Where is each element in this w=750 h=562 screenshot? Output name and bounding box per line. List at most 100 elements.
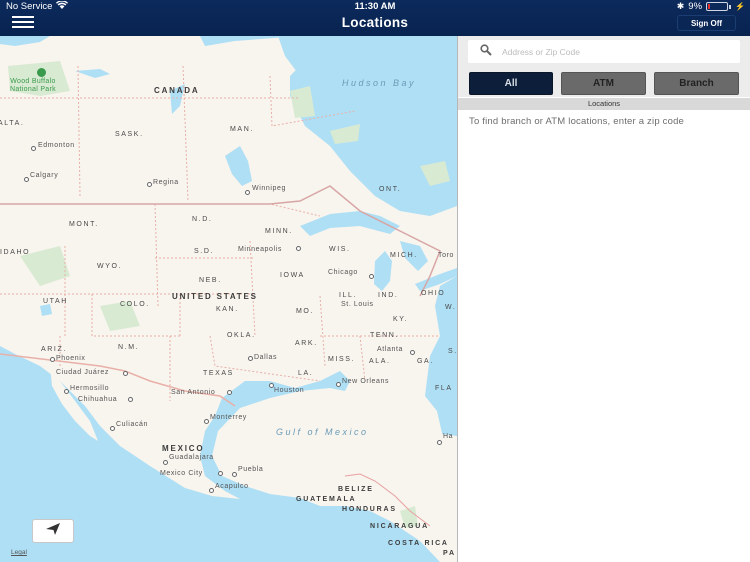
city-calgary: Calgary xyxy=(30,172,59,179)
map-label-mich: MICH. xyxy=(390,252,418,259)
map-label-la: LA. xyxy=(298,370,314,377)
map-label-tenn: TENN. xyxy=(370,332,399,339)
city-ciudad-juarez: Ciudad Juárez xyxy=(56,369,109,376)
map-label-idaho: IDAHO xyxy=(0,249,31,256)
city-acapulco: Acapulco xyxy=(215,483,249,490)
status-bar-right: ✱ 9% ⚡ xyxy=(677,1,745,12)
map-label-iowa: IOWA xyxy=(280,272,305,279)
charging-icon: ⚡ xyxy=(735,2,745,11)
address-zip-input[interactable] xyxy=(502,46,722,57)
map-label-united-states: UNITED STATES xyxy=(172,292,258,301)
city-dot-calgary xyxy=(24,177,29,182)
city-houston: Houston xyxy=(274,387,305,394)
city-dot-chihuahua xyxy=(128,397,133,402)
app-root: No Service 11:30 AM ✱ 9% ⚡ Locations Sig… xyxy=(0,0,750,562)
city-guadalajara: Guadalajara xyxy=(169,454,214,461)
map-label-sc: S. xyxy=(448,348,457,355)
battery-icon xyxy=(706,2,729,11)
map-label-mo: MO. xyxy=(296,308,315,315)
city-dot-san-antonio xyxy=(227,390,232,395)
city-st-louis: St. Louis xyxy=(341,301,374,308)
city-edmonton: Edmonton xyxy=(38,142,75,149)
city-dot-monterrey xyxy=(204,419,209,424)
bluetooth-icon: ✱ xyxy=(676,1,685,11)
current-location-button[interactable] xyxy=(32,519,74,543)
map-label-alta: ALTA. xyxy=(0,120,25,127)
city-puebla: Puebla xyxy=(238,466,264,473)
battery-level-fill xyxy=(708,4,711,9)
map-label-wood-buffalo: Wood Buffalo National Park xyxy=(10,78,56,93)
filter-atm-button[interactable]: ATM xyxy=(561,72,646,95)
search-field[interactable] xyxy=(468,40,740,63)
map-label-colo: COLO. xyxy=(120,301,150,308)
locations-hint-text: To find branch or ATM locations, enter a… xyxy=(469,116,685,127)
map-label-costa-rica: COSTA RICA xyxy=(388,540,449,547)
legal-link[interactable]: Legal xyxy=(11,549,27,556)
map-label-texas: TEXAS xyxy=(203,370,234,377)
city-winnipeg: Winnipeg xyxy=(252,185,286,192)
city-dot-new-orleans xyxy=(336,382,341,387)
city-dot-culiacan xyxy=(110,426,115,431)
status-time: 11:30 AM xyxy=(354,1,396,12)
map-label-wv: W. xyxy=(445,304,457,311)
map-label-ind: IND. xyxy=(378,292,399,299)
map-label-miss: MISS. xyxy=(328,356,356,363)
map-label-ill: ILL. xyxy=(339,292,358,299)
city-minneapolis: Minneapolis xyxy=(238,246,282,253)
map-label-sask: SASK. xyxy=(115,131,144,138)
map-label-panama: PA xyxy=(443,550,456,557)
city-dot-edmonton xyxy=(31,146,36,151)
park-pin-icon xyxy=(37,68,46,77)
locations-section-header: Locations xyxy=(458,98,750,110)
map-label-belize: BELIZE xyxy=(338,486,374,493)
map-label-wis: WIS. xyxy=(329,246,351,253)
city-atlanta: Atlanta xyxy=(377,346,403,353)
battery-tip xyxy=(729,4,732,9)
map-label-gulf-of-mexico: Gulf of Mexico xyxy=(276,427,369,437)
page-title: Locations xyxy=(341,15,409,30)
city-chihuahua: Chihuahua xyxy=(78,396,118,403)
city-dot-phoenix xyxy=(50,357,55,362)
city-san-antonio: San Antonio xyxy=(171,389,216,396)
city-dot-havana xyxy=(437,440,442,445)
search-bar-container xyxy=(458,36,750,67)
map-label-ky: KY. xyxy=(393,316,409,323)
great-salt-lake xyxy=(40,304,52,316)
map-label-ont: ONT. xyxy=(379,186,402,193)
map-label-neb: NEB. xyxy=(199,277,222,284)
filter-all-button[interactable]: All xyxy=(469,72,553,95)
map-label-wyo: WYO. xyxy=(97,263,123,270)
map-view[interactable]: Hudson Bay Gulf of Mexico Wood Buffalo N… xyxy=(0,36,457,562)
city-havana: Ha xyxy=(443,433,454,440)
map-label-ala: ALA. xyxy=(369,358,391,365)
top-nav-bar: No Service 11:30 AM ✱ 9% ⚡ Locations Sig… xyxy=(0,0,750,36)
city-regina: Regina xyxy=(153,179,179,186)
city-dot-ciudad-juarez xyxy=(123,371,128,376)
map-label-canada: CANADA xyxy=(154,86,200,95)
map-label-ohio: OHIO xyxy=(421,290,446,297)
city-dot-dallas xyxy=(248,356,253,361)
city-dot-chicago xyxy=(369,274,374,279)
map-label-guatemala: GUATEMALA xyxy=(296,496,357,503)
map-label-fla: FLA xyxy=(435,385,453,392)
map-label-ga: GA. xyxy=(417,358,434,365)
map-label-sd: S.D. xyxy=(194,248,215,255)
city-dot-hermosillo xyxy=(64,389,69,394)
city-dot-mexico-city xyxy=(218,471,223,476)
city-dot-minneapolis xyxy=(296,246,301,251)
map-label-utah: UTAH xyxy=(43,298,68,305)
city-phoenix: Phoenix xyxy=(56,355,86,362)
search-icon xyxy=(480,43,492,61)
city-monterrey: Monterrey xyxy=(210,414,247,421)
battery-percent: 9% xyxy=(688,1,703,12)
city-mexico-city: Mexico City xyxy=(160,470,203,477)
map-label-hudson-bay: Hudson Bay xyxy=(342,78,417,88)
filter-segmented-control: All ATM Branch xyxy=(458,67,750,97)
map-label-nm: N.M. xyxy=(118,344,140,351)
sign-off-button[interactable]: Sign Off xyxy=(677,15,736,31)
city-new-orleans: New Orleans xyxy=(342,378,390,385)
map-label-honduras: HONDURAS xyxy=(342,506,397,513)
filter-branch-button[interactable]: Branch xyxy=(654,72,739,95)
city-dot-puebla xyxy=(232,472,237,477)
city-dot-acapulco xyxy=(209,488,214,493)
